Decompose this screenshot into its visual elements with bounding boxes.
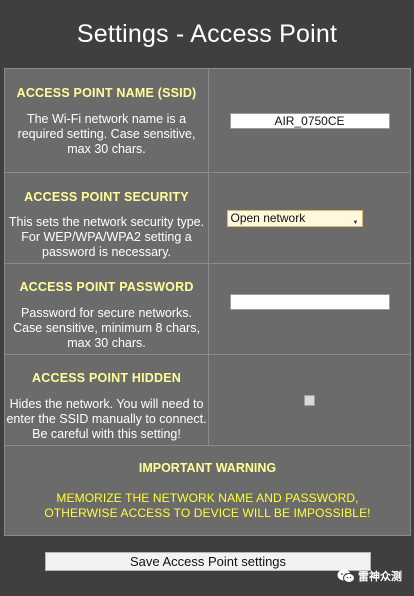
warning-heading: IMPORTANT WARNING bbox=[138, 461, 277, 475]
hidden-checkbox-cell bbox=[209, 355, 410, 445]
ssid-description: The Wi-Fi network name is a required set… bbox=[5, 112, 208, 157]
ssid-desc-line: The Wi-Fi network name is a bbox=[26, 112, 187, 126]
security-select-cell: Open network ▼ bbox=[209, 173, 410, 263]
hidden-checkbox[interactable] bbox=[304, 394, 315, 406]
wechat-icon bbox=[337, 569, 355, 583]
security-select[interactable]: Open network ▼ bbox=[226, 210, 363, 227]
save-settings-button[interactable]: Save Access Point settings bbox=[45, 552, 371, 571]
ssid-label-cell: ACCESS POINT NAME (SSID) The Wi-Fi netwo… bbox=[5, 69, 209, 172]
security-desc-line: This sets the network security type. bbox=[8, 215, 205, 229]
hidden-desc-line: enter the SSID manually to connect. bbox=[6, 412, 207, 426]
ssid-heading: ACCESS POINT NAME (SSID) bbox=[16, 86, 197, 100]
settings-panel: ACCESS POINT NAME (SSID) The Wi-Fi netwo… bbox=[4, 68, 411, 536]
security-label-cell: ACCESS POINT SECURITY This sets the netw… bbox=[5, 173, 209, 263]
security-description: This sets the network security type. For… bbox=[5, 215, 208, 260]
warning-text: MEMORIZE THE NETWORK NAME AND PASSWORD, … bbox=[5, 491, 410, 521]
watermark-text: 雷神众测 bbox=[358, 571, 402, 583]
chevron-down-icon: ▼ bbox=[352, 220, 359, 226]
password-input[interactable] bbox=[229, 294, 390, 310]
security-heading: ACCESS POINT SECURITY bbox=[24, 190, 189, 204]
warning-line: MEMORIZE THE NETWORK NAME AND PASSWORD, bbox=[56, 491, 359, 505]
password-description: Password for secure networks. Case sensi… bbox=[5, 306, 208, 351]
security-row: ACCESS POINT SECURITY This sets the netw… bbox=[5, 173, 410, 264]
ssid-row: ACCESS POINT NAME (SSID) The Wi-Fi netwo… bbox=[5, 69, 410, 173]
ssid-input[interactable]: AIR_0750CE bbox=[229, 112, 390, 129]
hidden-desc-line: Be careful with this setting! bbox=[32, 427, 181, 441]
password-row: ACCESS POINT PASSWORD Password for secur… bbox=[5, 264, 410, 355]
password-input-cell bbox=[209, 264, 410, 354]
hidden-label-cell: ACCESS POINT HIDDEN Hides the network. Y… bbox=[5, 355, 209, 445]
hidden-heading: ACCESS POINT HIDDEN bbox=[32, 371, 181, 385]
hidden-desc-line: Hides the network. You will need to bbox=[9, 397, 204, 411]
ssid-desc-line: max 30 chars. bbox=[67, 142, 146, 156]
hidden-row: ACCESS POINT HIDDEN Hides the network. Y… bbox=[5, 355, 410, 446]
password-desc-line: Case sensitive, minimum 8 chars, bbox=[13, 321, 200, 335]
ssid-desc-line: required setting. Case sensitive, bbox=[17, 127, 196, 141]
watermark: 雷神众测 bbox=[337, 567, 402, 585]
password-heading: ACCESS POINT PASSWORD bbox=[19, 280, 194, 294]
password-label-cell: ACCESS POINT PASSWORD Password for secur… bbox=[5, 264, 209, 354]
password-desc-line: max 30 chars. bbox=[67, 336, 146, 350]
ssid-input-cell: AIR_0750CE bbox=[209, 69, 410, 172]
warning-line: OTHERWISE ACCESS TO DEVICE WILL BE IMPOS… bbox=[44, 506, 371, 520]
security-desc-line: password is necessary. bbox=[42, 245, 171, 259]
security-select-value: Open network bbox=[230, 211, 306, 225]
page-title: Settings - Access Point bbox=[76, 19, 338, 48]
security-desc-line: For WEP/WPA/WPA2 setting a bbox=[21, 230, 192, 244]
hidden-description: Hides the network. You will need to ente… bbox=[5, 397, 208, 442]
password-desc-line: Password for secure networks. bbox=[21, 306, 192, 320]
